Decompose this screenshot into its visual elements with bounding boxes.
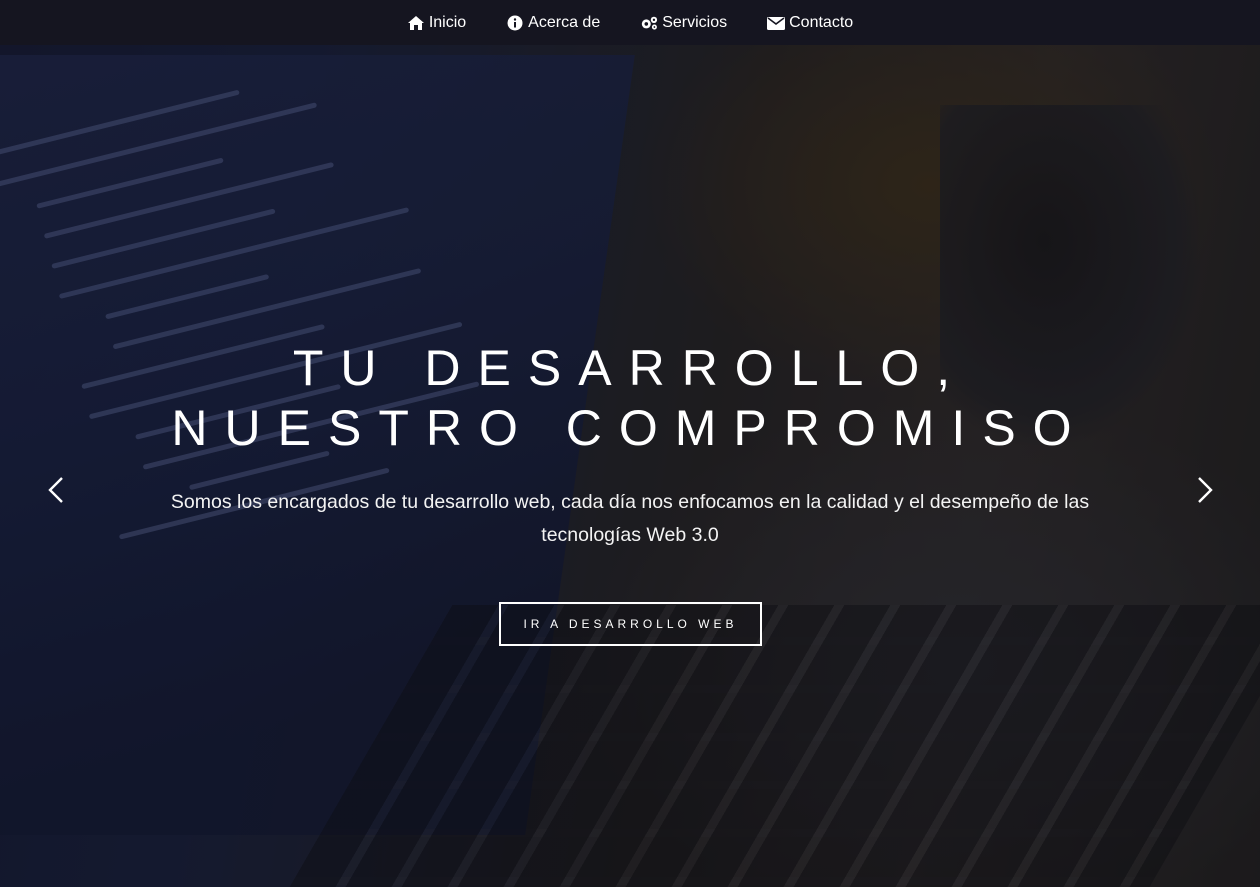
carousel-prev-button[interactable] [41, 473, 71, 507]
nav-menu: Inicio Acerca de Servicios Contacto [387, 0, 873, 45]
cta-button[interactable]: IR A DESARROLLO WEB [499, 602, 762, 646]
chevron-right-icon [1198, 477, 1213, 503]
chevron-left-icon [48, 477, 63, 503]
nav-item-label: Inicio [428, 13, 467, 31]
hero-headline: TU DESARROLLO, NUESTRO COMPROMISO [0, 338, 1260, 458]
headline-line-2: NUESTRO COMPROMISO [171, 400, 1089, 456]
dark-overlay [0, 45, 1260, 887]
nav-item-contacto[interactable]: Contacto [747, 0, 873, 45]
hero-carousel-slide: TU DESARROLLO, NUESTRO COMPROMISO Somos … [0, 45, 1260, 887]
nav-item-label: Contacto [789, 13, 854, 31]
headline-line-1: TU DESARROLLO, [292, 340, 968, 396]
cogs-icon [642, 16, 658, 30]
top-navbar: Inicio Acerca de Servicios Contacto [0, 0, 1260, 45]
nav-item-label: Acerca de [528, 13, 601, 31]
hero-subtitle: Somos los encargados de tu desarrollo we… [170, 491, 1090, 546]
home-icon [407, 15, 424, 30]
carousel-next-button[interactable] [1190, 473, 1220, 507]
nav-item-inicio[interactable]: Inicio [387, 0, 486, 45]
envelope-icon [767, 16, 786, 30]
nav-item-label: Servicios [662, 13, 728, 31]
nav-item-acerca-de[interactable]: Acerca de [486, 0, 620, 45]
nav-item-servicios[interactable]: Servicios [620, 0, 747, 45]
info-circle-icon [507, 15, 523, 30]
